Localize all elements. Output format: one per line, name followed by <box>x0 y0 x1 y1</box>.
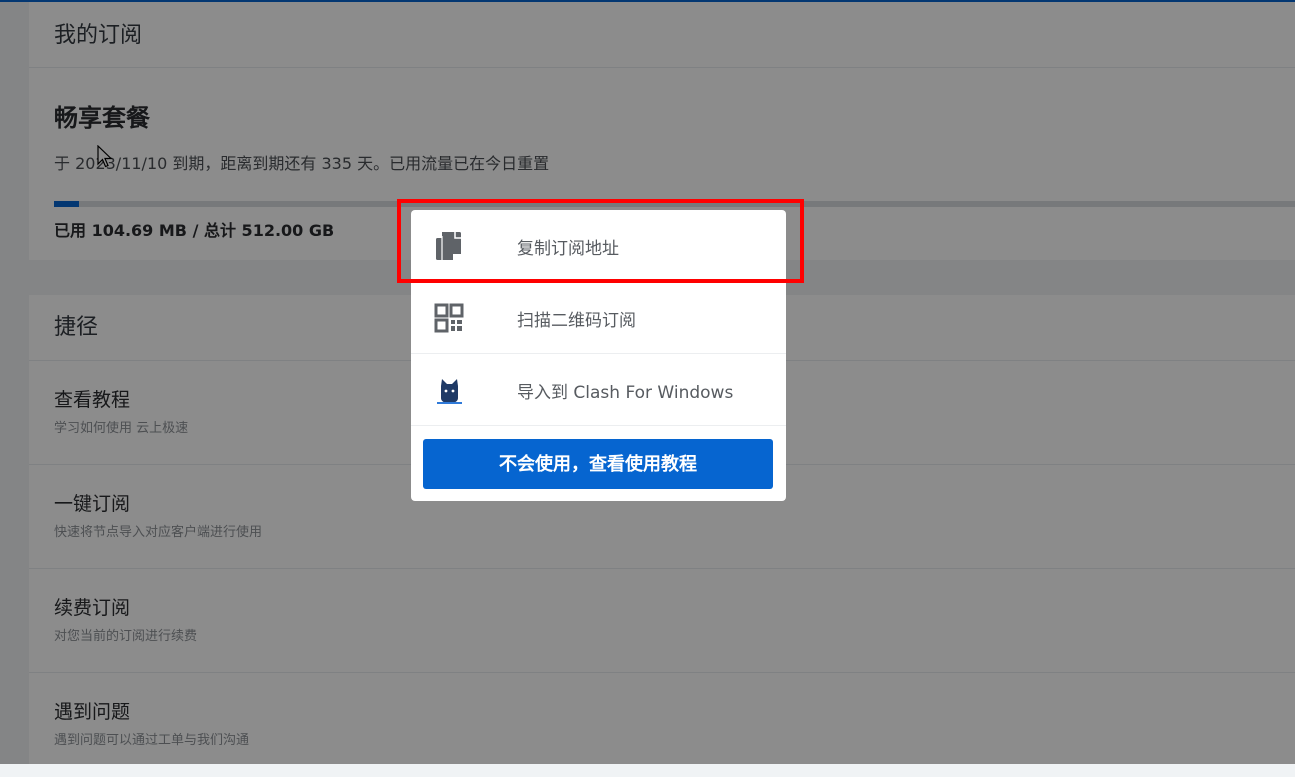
view-tutorial-button[interactable]: 不会使用，查看使用教程 <box>423 439 773 489</box>
qr-code-icon <box>434 303 464 333</box>
annotation-highlight-box <box>397 199 804 283</box>
import-clash-for-windows-label: 导入到 Clash For Windows <box>517 383 734 403</box>
scan-qr-code-label: 扫描二维码订阅 <box>517 311 636 331</box>
clash-cat-icon <box>437 379 462 404</box>
scan-qr-code-item[interactable]: 扫描二维码订阅 <box>411 282 786 354</box>
import-clash-for-windows-item[interactable]: 导入到 Clash For Windows <box>411 354 786 426</box>
